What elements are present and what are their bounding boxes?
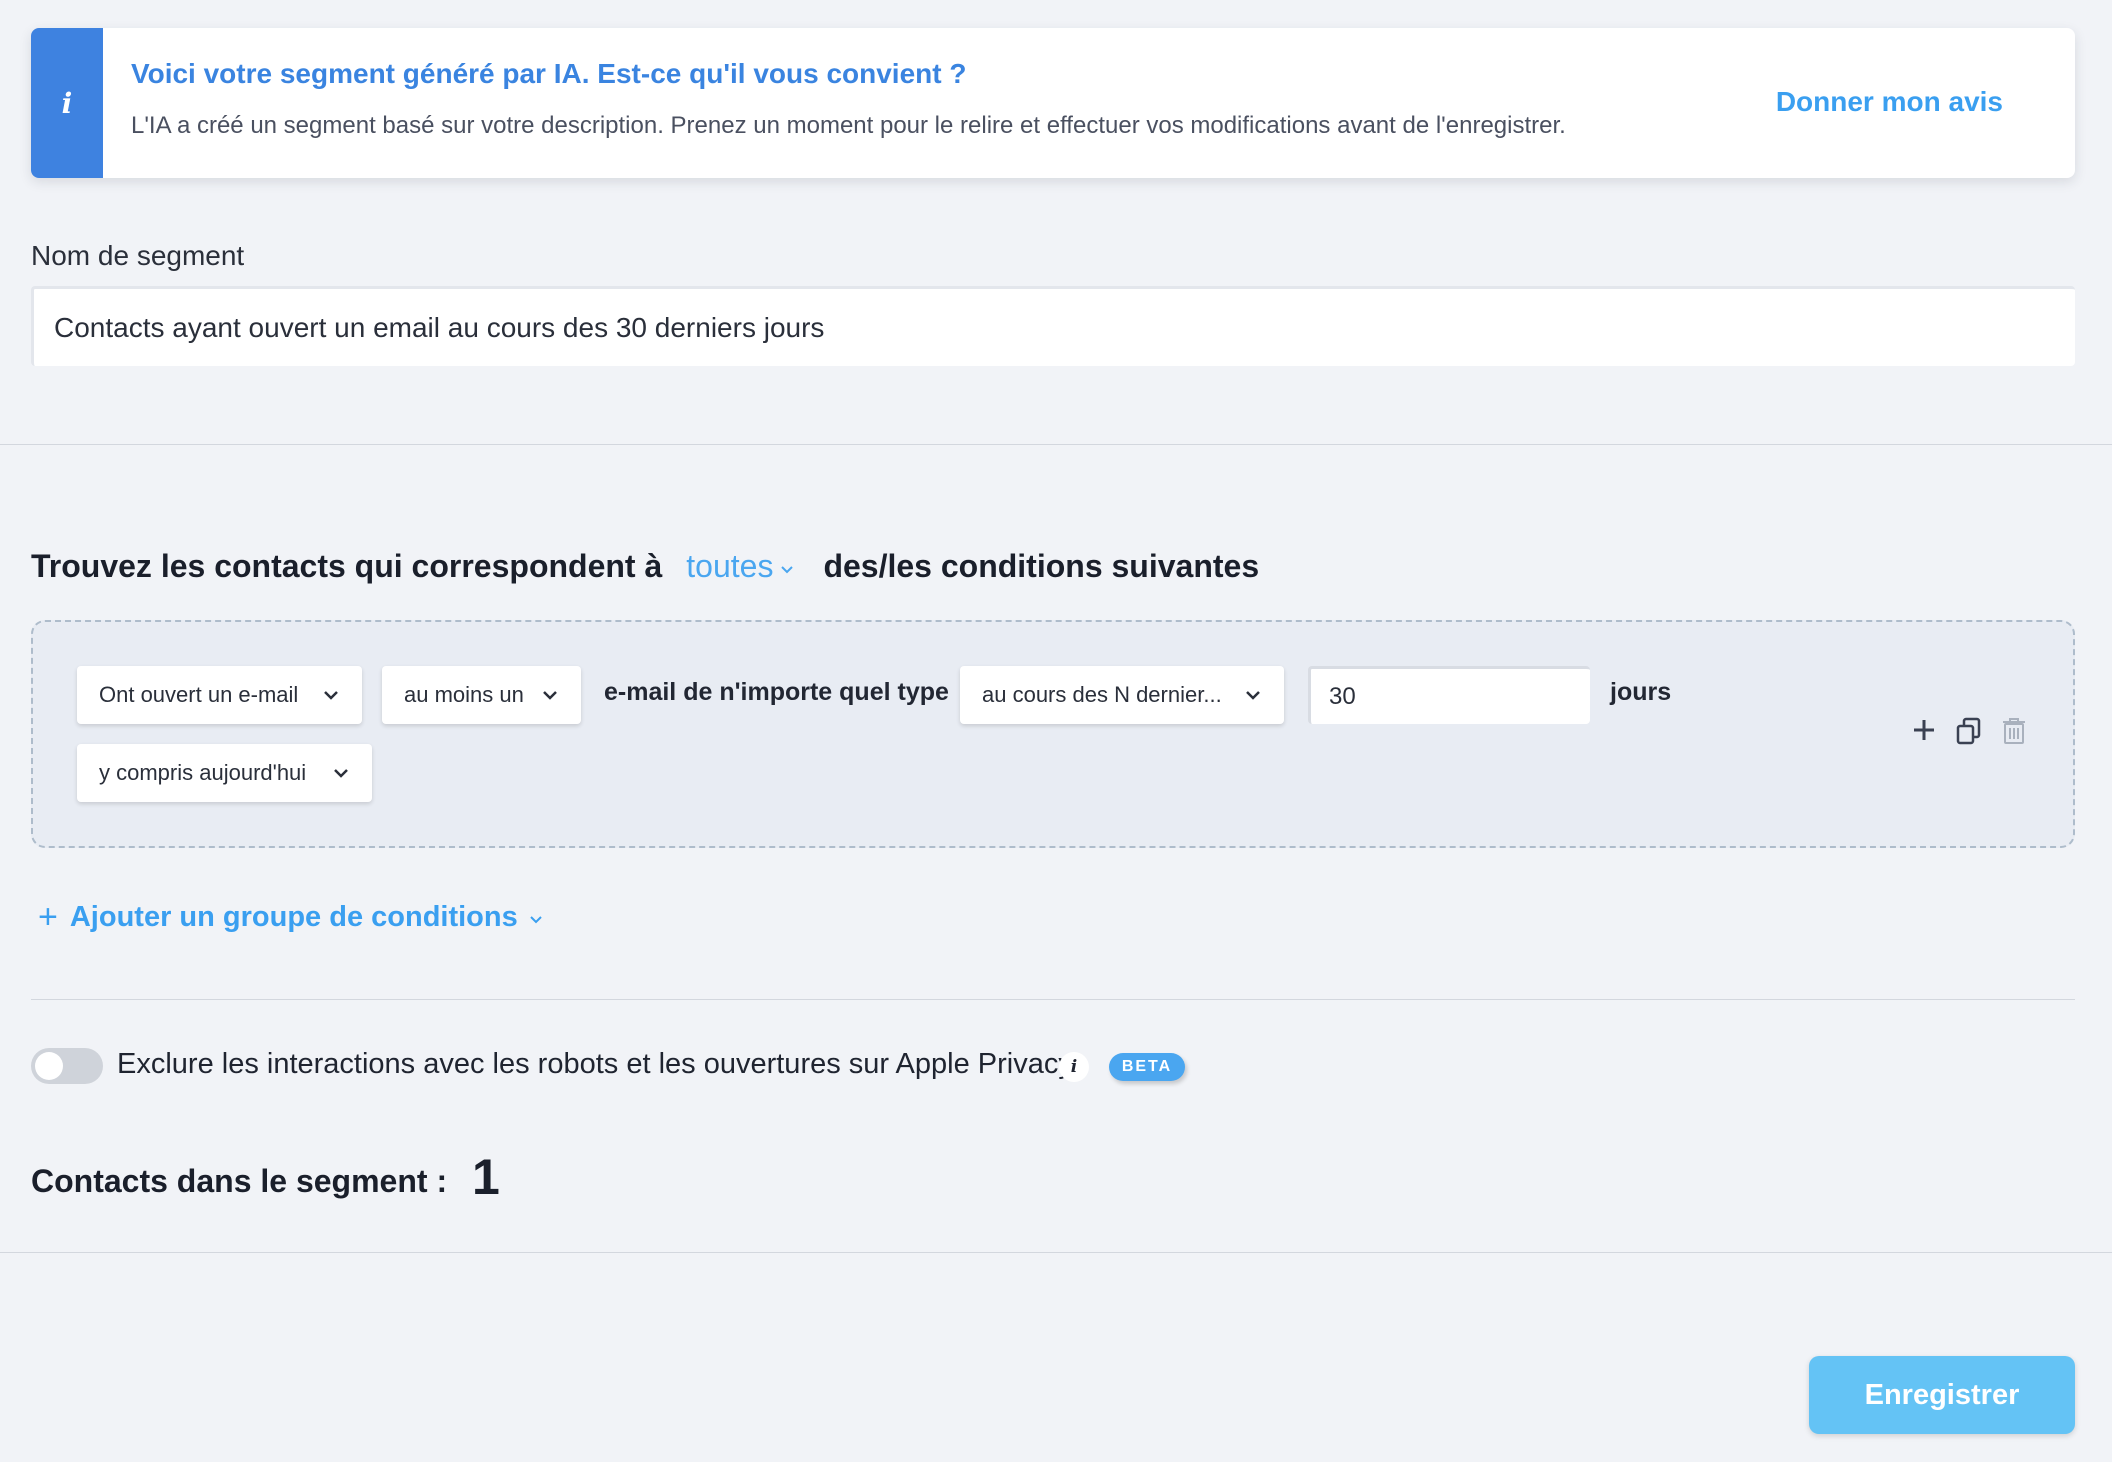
- chevron-down-icon: [530, 915, 542, 923]
- ai-generated-banner: i Voici votre segment généré par IA. Est…: [31, 28, 2075, 178]
- include-today-dropdown-value: y compris aujourd'hui: [99, 760, 307, 785]
- conditions-heading-prefix: Trouvez les contacts qui correspondent à: [31, 548, 663, 584]
- section-divider: [0, 444, 2112, 445]
- info-icon: i: [61, 86, 73, 120]
- chevron-down-icon: [543, 691, 557, 700]
- chevron-down-icon: [781, 565, 794, 573]
- conditions-heading-suffix: des/les conditions suivantes: [823, 548, 1260, 584]
- email-type-text: e-mail de n'importe quel type: [604, 678, 949, 706]
- days-unit-text: jours: [1610, 678, 1672, 706]
- give-feedback-link[interactable]: Donner mon avis: [1776, 86, 2003, 118]
- quantity-dropdown-value: au moins un: [404, 682, 524, 707]
- beta-badge: BETA: [1109, 1053, 1185, 1081]
- duplicate-icon[interactable]: [1955, 716, 1983, 746]
- segment-name-label: Nom de segment: [31, 240, 245, 271]
- chevron-down-icon: [1246, 691, 1260, 700]
- action-dropdown-value: Ont ouvert un e-mail: [99, 682, 299, 707]
- match-mode-value: toutes: [686, 548, 774, 584]
- section-divider: [31, 999, 2075, 1000]
- exclude-bots-label: Exclure les interactions avec les robots…: [117, 1048, 1073, 1080]
- info-icon[interactable]: i: [1059, 1052, 1089, 1082]
- conditions-heading: Trouvez les contacts qui correspondent à…: [31, 548, 1259, 585]
- add-condition-group-button[interactable]: + Ajouter un groupe de conditions: [38, 898, 544, 937]
- toggle-knob: [35, 1052, 63, 1080]
- chevron-down-icon: [334, 769, 348, 778]
- segment-count-value: 1: [472, 1149, 500, 1205]
- exclude-bots-toggle[interactable]: [31, 1048, 103, 1084]
- segment-count-label: Contacts dans le segment :: [31, 1163, 448, 1199]
- banner-accent-strip: i: [31, 28, 103, 178]
- add-condition-group-label: Ajouter un groupe de conditions: [69, 901, 518, 933]
- plus-icon: +: [38, 898, 58, 936]
- action-dropdown[interactable]: Ont ouvert un e-mail: [77, 666, 362, 724]
- section-divider: [0, 1252, 2112, 1253]
- add-condition-icon[interactable]: [1910, 716, 1938, 744]
- quantity-dropdown[interactable]: au moins un: [382, 666, 581, 724]
- include-today-dropdown[interactable]: y compris aujourd'hui: [77, 744, 372, 802]
- days-count-input[interactable]: [1308, 666, 1590, 724]
- segment-name-input[interactable]: [31, 286, 2075, 366]
- chevron-down-icon: [324, 691, 338, 700]
- match-mode-dropdown[interactable]: toutes: [686, 548, 795, 585]
- save-button[interactable]: Enregistrer: [1809, 1356, 2075, 1434]
- period-dropdown[interactable]: au cours des N dernier...: [960, 666, 1284, 724]
- delete-icon[interactable]: [2000, 716, 2028, 746]
- condition-group: Ont ouvert un e-mail au moins un e-mail …: [31, 620, 2075, 848]
- period-dropdown-value: au cours des N dernier...: [982, 682, 1222, 707]
